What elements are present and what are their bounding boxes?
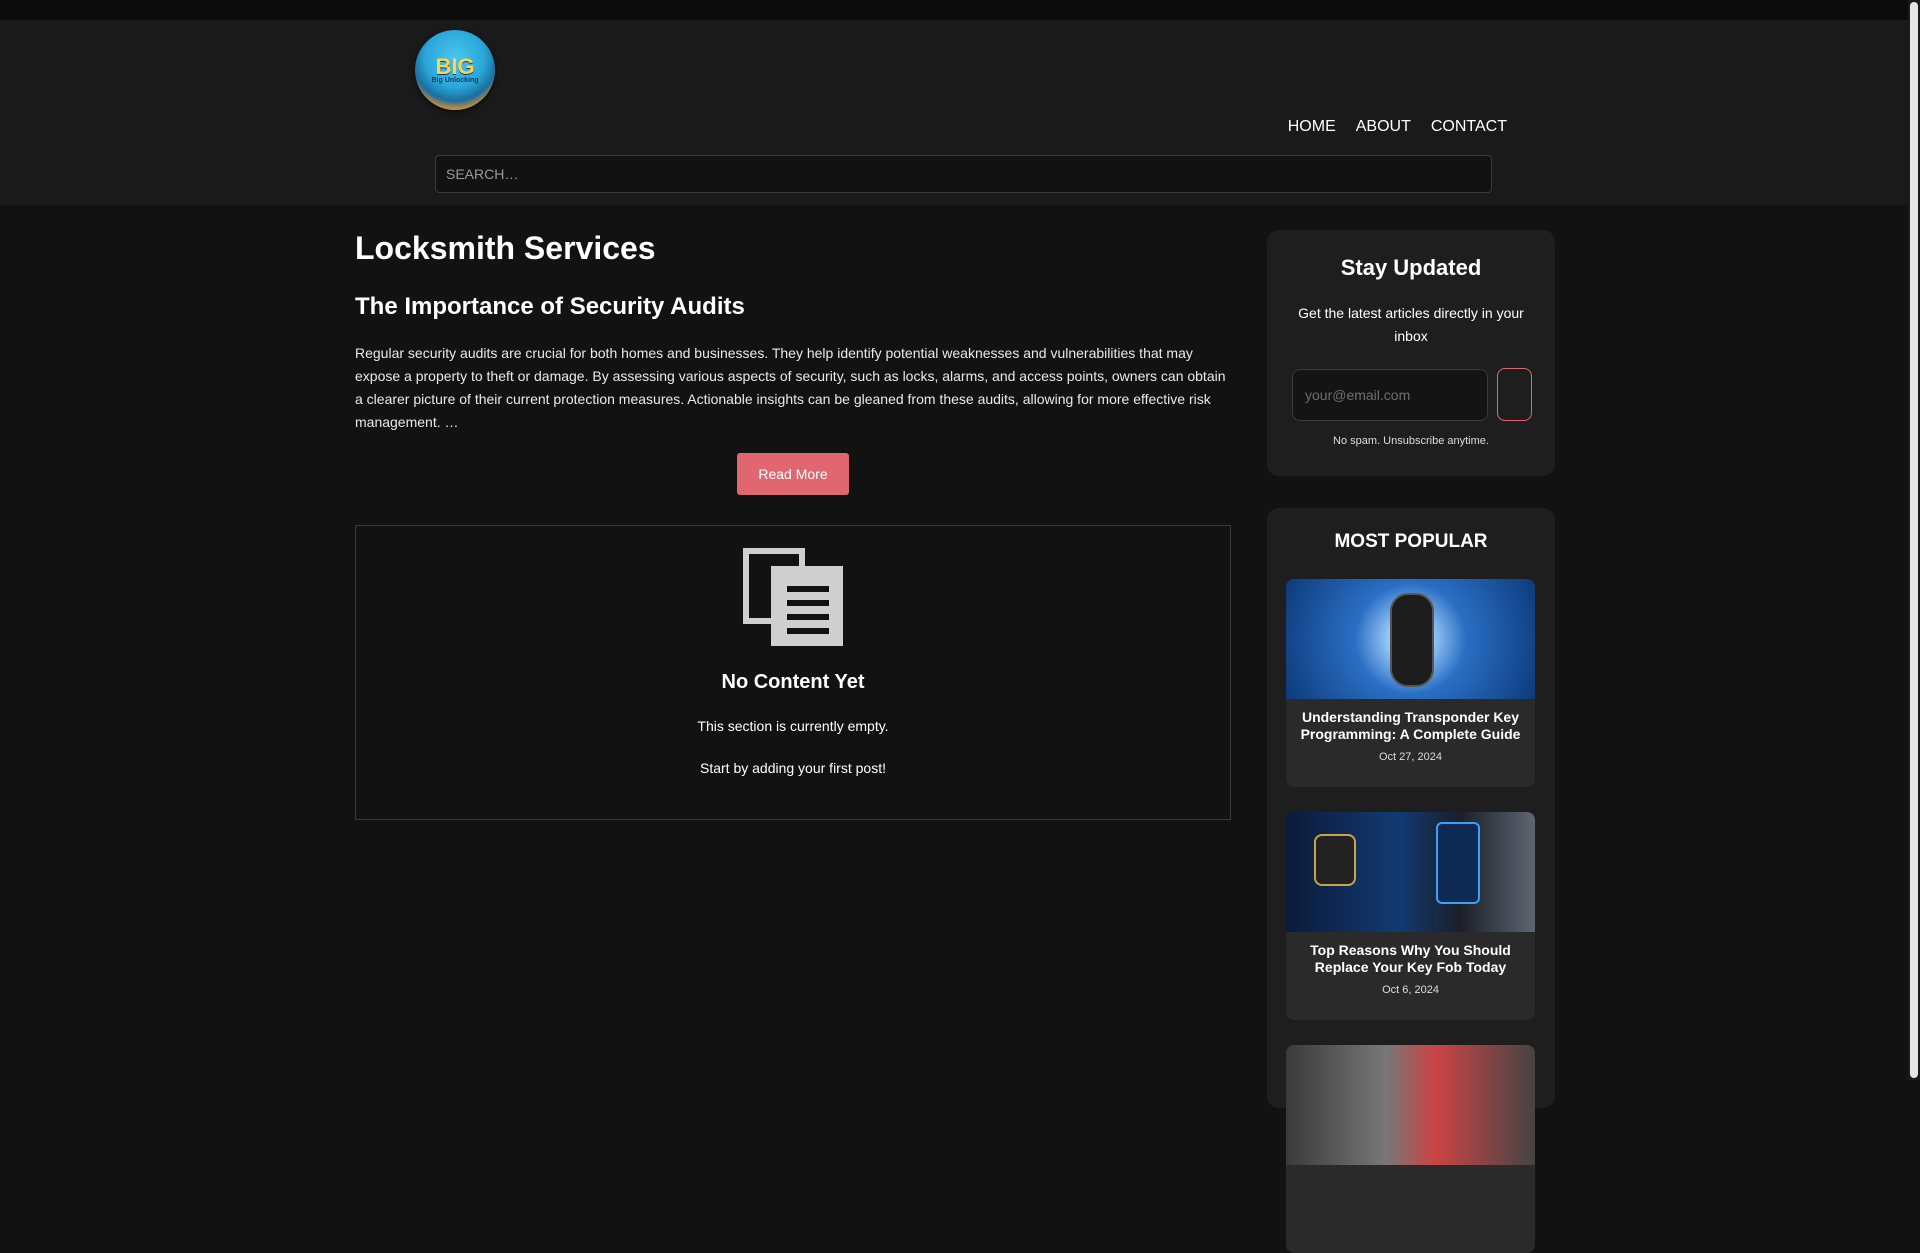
post-title[interactable]: The Importance of Security Audits	[355, 293, 745, 321]
search-input[interactable]	[435, 155, 1492, 193]
scrollbar-thumb[interactable]	[1910, 2, 1918, 1078]
popular-post-card[interactable]	[1286, 1045, 1535, 1253]
popular-post-date: Oct 27, 2024	[1379, 751, 1442, 763]
post-thumbnail[interactable]	[1286, 579, 1535, 699]
empty-state: No Content Yet This section is currently…	[355, 525, 1231, 820]
popular-post-title[interactable]: Top Reasons Why You Should Replace Your …	[1294, 942, 1527, 976]
key-fob-image	[1390, 593, 1434, 687]
post-thumbnail[interactable]	[1286, 1045, 1535, 1165]
phone-image	[1436, 822, 1480, 904]
newsletter-card: Stay Updated Get the latest articles dir…	[1267, 230, 1555, 476]
padlock-image	[1314, 834, 1356, 886]
popular-posts: MOST POPULAR Understanding Transponder K…	[1267, 508, 1555, 1253]
main-nav: HOME ABOUT CONTACT	[1288, 118, 1507, 136]
popular-post-card[interactable]: Top Reasons Why You Should Replace Your …	[1286, 812, 1535, 1020]
logo-text: BIG	[435, 53, 475, 79]
nav-home[interactable]: HOME	[1288, 118, 1336, 136]
popular-post-title[interactable]: Understanding Transponder Key Programmin…	[1294, 709, 1527, 743]
post-excerpt: Regular security audits are crucial for …	[355, 345, 1226, 430]
read-more-button[interactable]: Read More	[737, 453, 849, 495]
document-icon	[743, 548, 843, 646]
page-title: Locksmith Services	[355, 230, 656, 266]
site-logo[interactable]: BIG Big Unlocking	[415, 30, 495, 110]
post-thumbnail[interactable]	[1286, 812, 1535, 932]
newsletter-title: Stay Updated	[1340, 255, 1482, 280]
top-bar	[0, 0, 1908, 20]
empty-hint: Start by adding your first post!	[700, 760, 886, 776]
popular-post-date: Oct 6, 2024	[1382, 984, 1439, 996]
popular-title: MOST POPULAR	[1334, 531, 1488, 552]
scrollbar[interactable]	[1908, 0, 1920, 1080]
popular-post-card[interactable]: Understanding Transponder Key Programmin…	[1286, 579, 1535, 787]
subscribe-button[interactable]	[1497, 368, 1532, 421]
empty-title: No Content Yet	[721, 671, 865, 693]
nav-contact[interactable]: CONTACT	[1431, 118, 1507, 136]
newsletter-note: No spam. Unsubscribe anytime.	[1333, 435, 1489, 447]
newsletter-description: Get the latest articles directly in your…	[1298, 305, 1524, 344]
logo-subtext: Big Unlocking	[431, 76, 479, 84]
empty-message: This section is currently empty.	[697, 718, 889, 734]
email-field[interactable]	[1292, 369, 1488, 421]
nav-about[interactable]: ABOUT	[1356, 118, 1411, 136]
